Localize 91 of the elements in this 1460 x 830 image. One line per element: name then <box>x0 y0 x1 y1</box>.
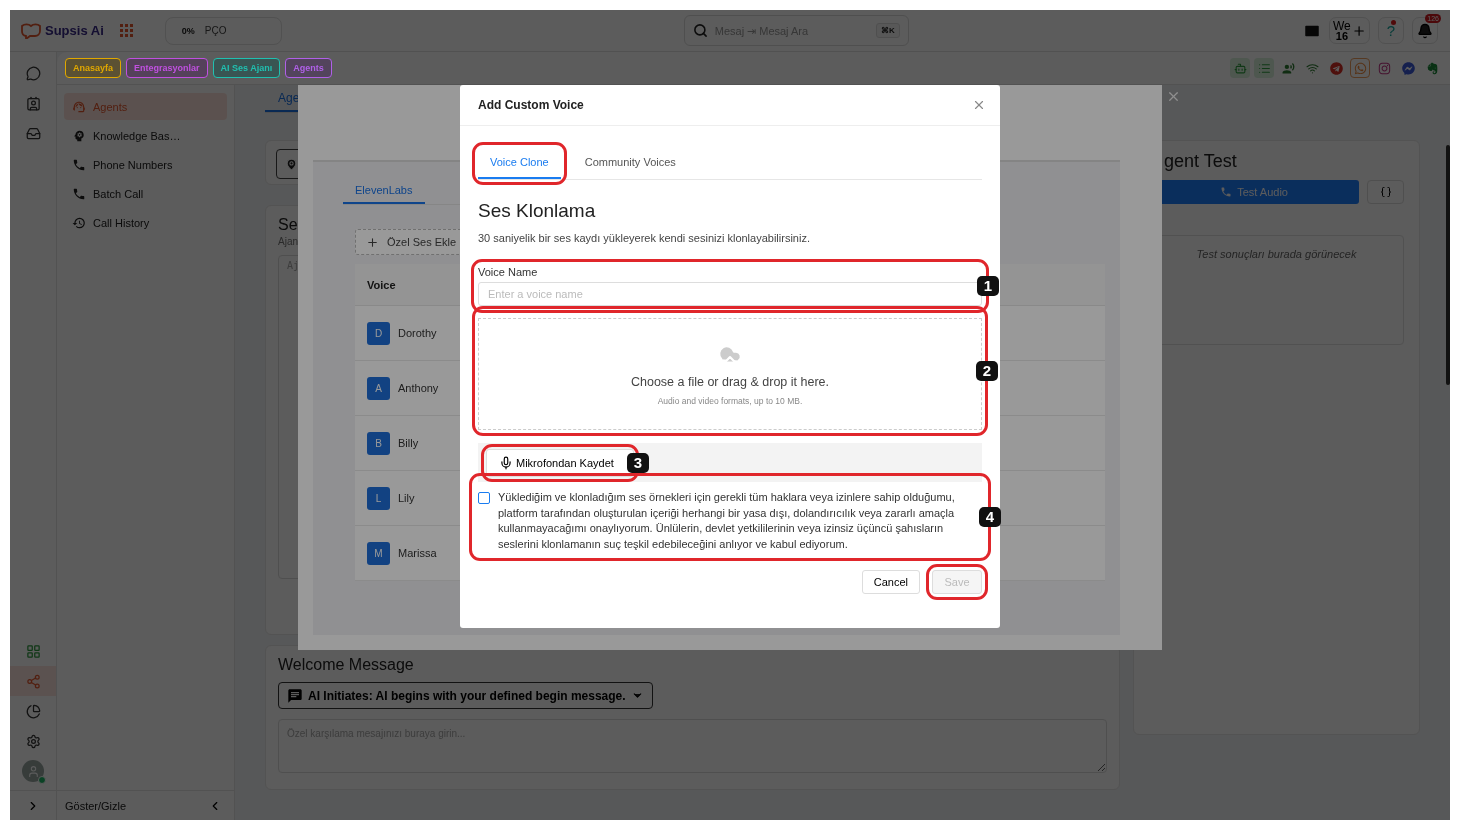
voice-name: Lily <box>398 492 415 504</box>
voice-name: Anthony <box>398 382 439 394</box>
inbox-icon <box>25 125 41 141</box>
head-gear-icon <box>72 128 86 143</box>
workspace-button[interactable]: We 16 <box>1329 17 1370 44</box>
pin-icon <box>285 157 298 171</box>
consent-text: Yüklediğim ve klonladığım ses örnekleri için gerekli tüm haklara veya izinlere sahip olduğumu, platform tarafından oluşturulan içeriği herhangi bir yasa dışı, dolandırıcılık veya zararlı amaçla kullanmayacağımı onaylıyorum. Ünlülerin, devlet yetkililerinin veya izinsiz üçüncü şahısların seslerini klonlamanın suç teşkil edebileceğini anlıyor ve kabul ediyorum. <box>498 490 956 552</box>
description: 30 saniyelik bir ses kaydı yükleyerek kendi sesinizi klonlayabilirsiniz. <box>478 232 811 244</box>
telegram-icon <box>1329 61 1343 75</box>
list-icon <box>1257 61 1271 75</box>
voice-name-field[interactable]: Enter a voice name <box>478 282 982 306</box>
voice-name: Billy <box>398 437 419 449</box>
toggle-label: Göster/Gizle <box>65 799 127 812</box>
annotation-badge: 3 <box>626 453 649 473</box>
sidebar-item[interactable]: Phone Numbers <box>64 151 227 178</box>
dropzone-title: Choose a file or drag & drop it here. <box>631 374 829 389</box>
tab[interactable]: Voice Clone <box>478 148 561 179</box>
sidebar-item[interactable]: Batch Call <box>64 180 227 207</box>
close-icon <box>1166 89 1181 104</box>
wifi-icon <box>1305 61 1319 75</box>
messenger-icon <box>1401 61 1415 75</box>
code-button[interactable] <box>1367 180 1404 204</box>
history-icon <box>72 215 86 230</box>
phone-icon <box>1220 186 1233 198</box>
stat-label: PÇO <box>204 25 227 36</box>
instagram-icon <box>1377 61 1391 75</box>
consent-checkbox[interactable] <box>478 492 490 504</box>
avatar[interactable] <box>22 760 44 782</box>
column-header: Voice <box>367 278 396 291</box>
plus-icon <box>366 235 379 249</box>
braces-icon <box>1379 186 1392 198</box>
provider-tab[interactable]: ElevenLabs <box>343 184 425 204</box>
stat-value: 0% <box>181 25 195 36</box>
voice-avatar: D <box>367 321 390 345</box>
logo-text: Supsis Ai <box>45 23 104 38</box>
voice-name: Dorothy <box>398 327 437 339</box>
apps-grid-icon[interactable] <box>119 24 133 37</box>
welcome-title: Welcome Message <box>278 656 414 674</box>
close-button[interactable] <box>972 98 986 112</box>
annotation-badge: 1 <box>976 276 999 296</box>
phone-icon <box>72 157 86 172</box>
dropzone-hint: Audio and video formats, up to 10 MB. <box>657 395 803 406</box>
breadcrumb-tag[interactable]: Anasayfa <box>65 58 122 78</box>
voice-avatar: M <box>367 541 390 565</box>
voice-name: Marissa <box>398 547 437 559</box>
breadcrumb-tag[interactable]: AI Ses Ajanı <box>212 58 281 78</box>
annotation-badge: 4 <box>978 507 1001 527</box>
elephant-icon <box>1425 61 1439 75</box>
rail-button[interactable] <box>10 666 56 696</box>
headset-icon <box>72 99 86 114</box>
channel-button[interactable] <box>1254 58 1274 78</box>
phone-icon <box>72 186 86 201</box>
channel-button[interactable] <box>1350 58 1370 78</box>
cancel-button[interactable]: Cancel <box>861 570 920 594</box>
share-icon <box>25 673 41 689</box>
speaking-person-icon <box>1281 61 1295 75</box>
close-icon <box>972 98 986 112</box>
dialog-title: Add Custom Voice <box>478 98 584 112</box>
shortcut-key: ⌘K <box>876 23 900 38</box>
tab[interactable]: Community Voices <box>572 148 688 179</box>
bot-icon <box>1233 61 1247 75</box>
sidebar-item[interactable]: Call History <box>64 209 227 236</box>
search-icon <box>692 23 708 38</box>
person-icon <box>26 764 40 778</box>
grid-icon <box>25 643 41 659</box>
chat-icon <box>25 65 41 81</box>
section-heading: Ses Klonlama <box>478 200 597 222</box>
voice-avatar: A <box>367 376 390 400</box>
test-title: gent Test <box>1164 151 1237 172</box>
contact-card-icon <box>25 95 41 111</box>
chat-icon <box>287 687 303 704</box>
field-label: Voice Name <box>478 266 539 278</box>
bell-icon <box>1417 22 1433 39</box>
scrollbar-thumb[interactable] <box>1446 145 1450 385</box>
voice-avatar: L <box>367 486 390 510</box>
pie-chart-icon <box>25 703 41 719</box>
channel-button[interactable] <box>1230 58 1250 78</box>
sidebar-item[interactable]: Knowledge Bas… <box>64 122 227 149</box>
whatsapp-icon <box>1353 61 1367 75</box>
close-button[interactable] <box>1166 89 1181 104</box>
section-title: Se <box>278 216 298 234</box>
sidebar-item[interactable]: Agents <box>64 93 227 120</box>
logo-icon <box>20 22 42 39</box>
breadcrumb-tag[interactable]: Agents <box>285 58 332 78</box>
settings-icon <box>25 733 41 749</box>
help-button[interactable]: ? <box>1378 17 1404 44</box>
microphone-icon <box>499 456 513 470</box>
breadcrumb-tag[interactable]: Entegrasyonlar <box>126 58 208 78</box>
mode-dropdown[interactable]: AI Initiates: AI begins with your defined begin message. <box>278 682 653 709</box>
annotation-badge: 2 <box>975 361 998 381</box>
voice-avatar: B <box>367 431 390 455</box>
